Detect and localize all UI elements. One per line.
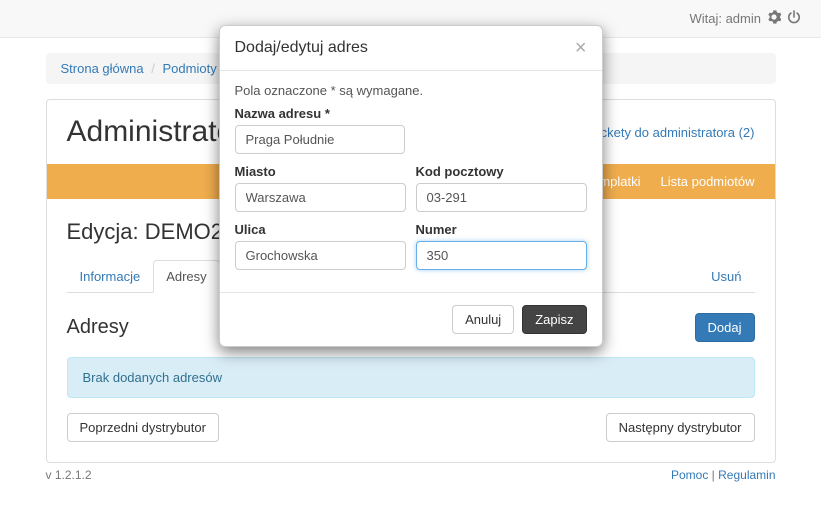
label-city: Miasto xyxy=(235,164,406,179)
address-modal: Dodaj/edytuj adres × Pola oznaczone * są… xyxy=(219,25,603,347)
label-address-name: Nazwa adresu * xyxy=(235,106,405,121)
label-number: Numer xyxy=(416,222,587,237)
postal-input[interactable] xyxy=(416,183,587,212)
address-name-input[interactable] xyxy=(235,125,405,154)
modal-title: Dodaj/edytuj adres xyxy=(235,39,368,57)
city-input[interactable] xyxy=(235,183,406,212)
modal-backdrop: Dodaj/edytuj adres × Pola oznaczone * są… xyxy=(0,0,821,516)
label-street: Ulica xyxy=(235,222,406,237)
save-button[interactable]: Zapisz xyxy=(522,305,586,334)
required-note: Pola oznaczone * są wymagane. xyxy=(235,83,587,98)
cancel-button[interactable]: Anuluj xyxy=(452,305,514,334)
label-postal: Kod pocztowy xyxy=(416,164,587,179)
number-input[interactable] xyxy=(416,241,587,270)
street-input[interactable] xyxy=(235,241,406,270)
close-icon[interactable]: × xyxy=(575,38,587,58)
